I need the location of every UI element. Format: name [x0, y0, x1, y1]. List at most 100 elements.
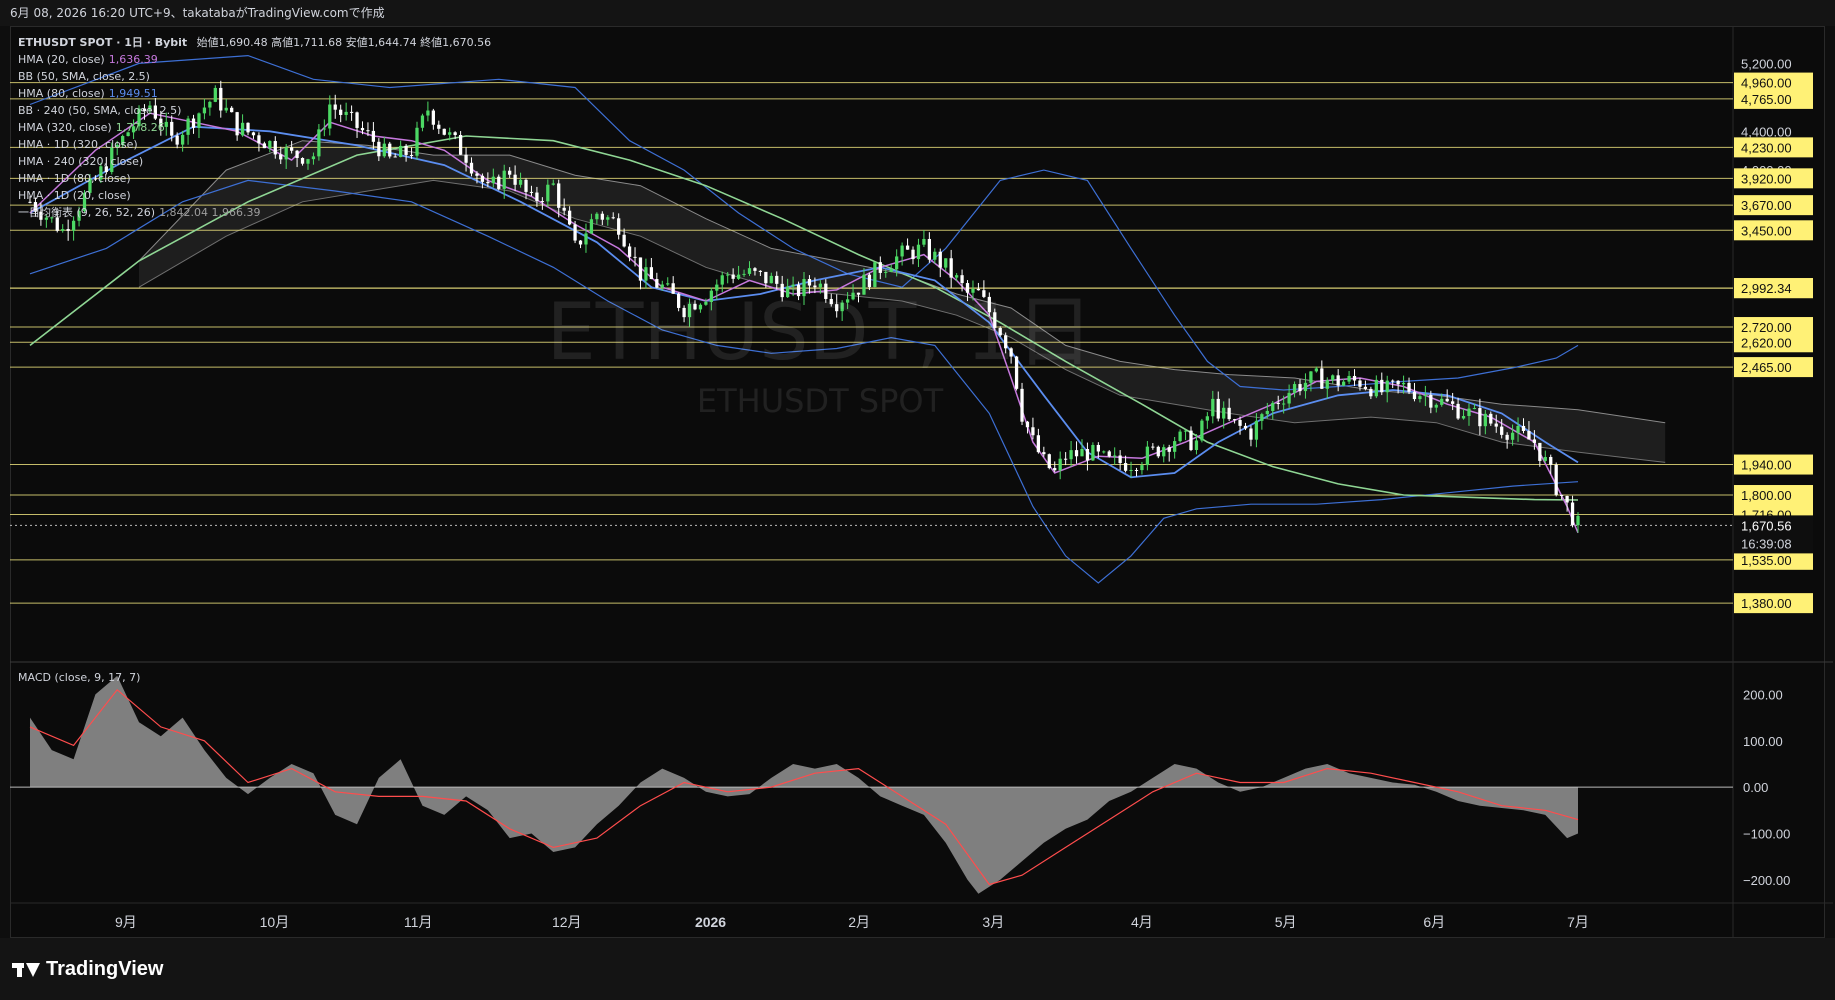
- candle-body: [1303, 382, 1308, 392]
- candle-body: [922, 238, 926, 245]
- candle-body: [508, 170, 512, 175]
- candle-body: [1123, 463, 1128, 471]
- legend-indicator-value: 1,778.26: [115, 121, 165, 134]
- candle-body: [1156, 446, 1160, 457]
- candle-body: [1042, 452, 1046, 455]
- legend-indicator-row[interactable]: BB (50, SMA, close, 2.5): [18, 68, 491, 85]
- candle-body: [807, 278, 812, 286]
- candle-body: [780, 283, 784, 298]
- candle-body: [813, 285, 817, 288]
- bb-lower-band: [29, 179, 1579, 584]
- candle-body: [1576, 515, 1580, 526]
- candle-body: [676, 293, 681, 308]
- last-price-label: 1,670.56: [1741, 518, 1792, 533]
- legend-indicator-row[interactable]: HMA · 1D (80, close): [18, 170, 491, 187]
- price-tick-label: 5,200.00: [1741, 56, 1792, 71]
- candle-body: [1129, 469, 1133, 471]
- candle-body: [1341, 381, 1346, 386]
- candle-body: [1505, 434, 1509, 440]
- legend-symbol-row[interactable]: ETHUSDT SPOT · 1日 · Bybit 始値1,690.48 高値1…: [18, 34, 491, 51]
- candle-body: [540, 201, 545, 203]
- candle-body: [1500, 426, 1504, 435]
- candle-body: [835, 304, 839, 312]
- candle-body: [513, 174, 517, 185]
- candle-body: [1227, 407, 1231, 420]
- legend-indicator-row[interactable]: HMA · 1D (320, close): [18, 136, 491, 153]
- candle-body: [764, 271, 768, 284]
- tradingview-logo[interactable]: TradingView: [12, 958, 163, 981]
- candle-body: [1058, 458, 1062, 471]
- legend-indicator-label: HMA · 1D (320, close): [18, 138, 138, 151]
- legend-indicator-row[interactable]: HMA · 1D (20, close): [18, 187, 491, 204]
- candle-body: [1456, 403, 1460, 419]
- level-label-text: 1,940.00: [1741, 458, 1792, 473]
- legend-indicator-row[interactable]: BB · 240 (50, SMA, close, 2.5): [18, 102, 491, 119]
- time-axis-label: 9月: [115, 914, 137, 930]
- candle-body: [1260, 414, 1264, 421]
- candle-body: [965, 283, 970, 293]
- candle-body: [976, 288, 981, 291]
- legend-indicator-row[interactable]: HMA (320, close) 1,778.26: [18, 119, 491, 136]
- candle-body: [1380, 379, 1384, 393]
- candle-body: [1271, 402, 1275, 411]
- candle-body: [753, 268, 757, 271]
- candle-body: [1069, 450, 1073, 460]
- candle-body: [1363, 386, 1368, 389]
- time-axis-label: 2月: [848, 914, 870, 930]
- candle-body: [529, 191, 534, 193]
- candle-body: [818, 283, 822, 288]
- candle-body: [1554, 464, 1558, 495]
- candle-body: [911, 249, 915, 260]
- candle-body: [1483, 413, 1487, 427]
- candle-body: [1532, 439, 1537, 443]
- candle-body: [1418, 396, 1422, 400]
- candle-body: [1407, 382, 1411, 392]
- legend-indicator-row[interactable]: 一目均衡表 (9, 26, 52, 26) 1,842.04 1,966.39: [18, 204, 491, 221]
- candle-body: [1467, 408, 1471, 417]
- candle-body: [1336, 375, 1340, 386]
- candle-body: [535, 192, 539, 202]
- level-label-text: 2,620.00: [1741, 335, 1792, 350]
- candle-body: [693, 303, 697, 310]
- candle-body: [878, 262, 882, 273]
- candle-body: [840, 302, 844, 312]
- time-axis-label: 2026: [695, 914, 726, 930]
- candle-body: [1391, 380, 1395, 382]
- candle-body: [1478, 408, 1482, 427]
- legend-indicator-label: HMA (20, close): [18, 53, 105, 66]
- candle-body: [1461, 416, 1466, 419]
- candle-body: [1183, 430, 1188, 432]
- candle-body: [518, 179, 523, 185]
- candle-body: [1538, 442, 1542, 461]
- legend-indicator-row[interactable]: HMA · 240 (320, close): [18, 153, 491, 170]
- candle-body: [715, 284, 719, 291]
- macd-legend[interactable]: MACD (close, 9, 17, 7): [18, 671, 140, 684]
- candle-body: [1020, 388, 1024, 422]
- candle-body: [796, 284, 801, 297]
- candle-body: [1096, 444, 1100, 452]
- legend-indicator-row[interactable]: HMA (20, close) 1,636.39: [18, 51, 491, 68]
- candle-body: [933, 251, 937, 260]
- candle-body: [1151, 446, 1155, 448]
- candle-body: [1145, 446, 1150, 466]
- candle-body: [960, 275, 964, 284]
- time-axis-label: 5月: [1275, 914, 1297, 930]
- candle-body: [1102, 451, 1106, 453]
- candle-body: [622, 234, 626, 247]
- macd-histogram: [30, 675, 1578, 894]
- candle-body: [736, 274, 741, 279]
- candle-body: [1167, 447, 1171, 452]
- candle-body: [698, 304, 703, 310]
- candle-body: [1401, 382, 1406, 385]
- candle-body: [1543, 456, 1547, 461]
- candle-body: [1053, 468, 1057, 471]
- candle-body: [1521, 425, 1526, 431]
- macd-tick-label: 100.00: [1743, 734, 1783, 749]
- tradingview-mark-icon: [12, 961, 40, 979]
- candle-body: [578, 240, 583, 245]
- candle-body: [1047, 454, 1051, 469]
- macd-tick-label: −100.00: [1743, 826, 1790, 841]
- candle-body: [709, 290, 713, 302]
- candle-body: [1134, 469, 1139, 471]
- legend-indicator-row[interactable]: HMA (80, close) 1,949.51: [18, 85, 491, 102]
